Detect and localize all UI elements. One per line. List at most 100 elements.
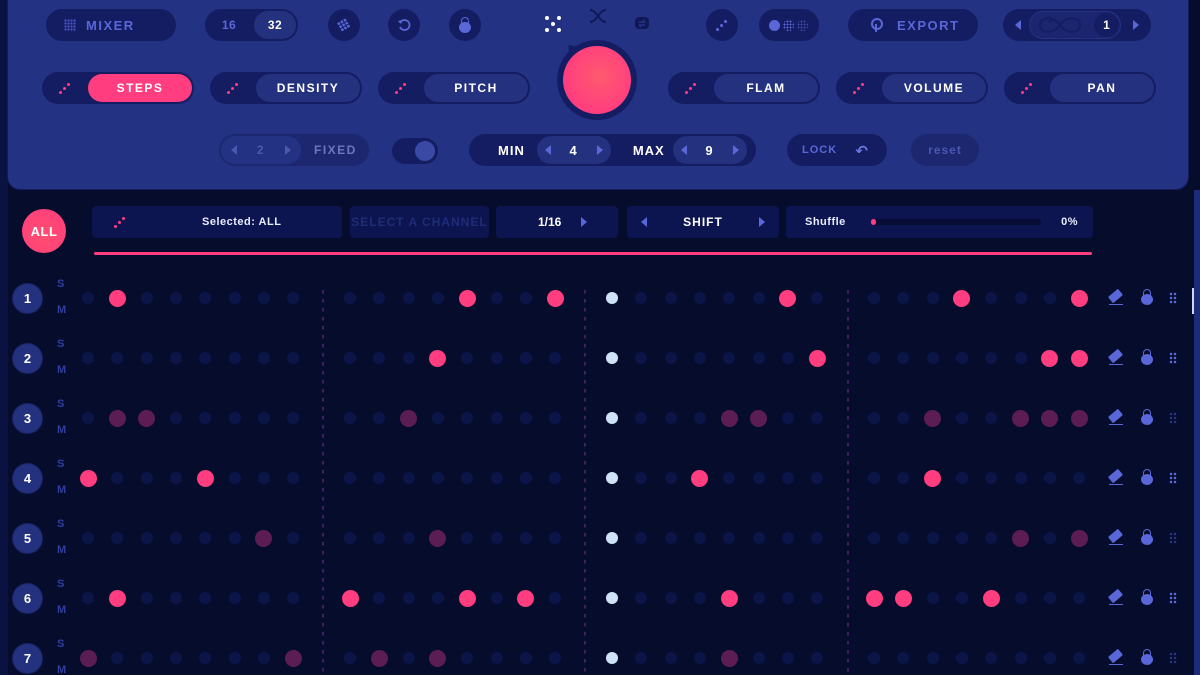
- mute-button[interactable]: M: [57, 664, 66, 675]
- step-playhead[interactable]: [606, 352, 618, 364]
- track-number-button[interactable]: 7: [13, 643, 42, 673]
- step-empty[interactable]: [402, 292, 415, 304]
- step-empty[interactable]: [373, 412, 386, 424]
- step-active[interactable]: [546, 289, 564, 307]
- step-empty[interactable]: [519, 292, 532, 304]
- step-ghost[interactable]: [720, 409, 738, 427]
- solo-button[interactable]: S: [57, 458, 64, 470]
- step-empty[interactable]: [519, 652, 532, 664]
- step-empty[interactable]: [461, 652, 474, 664]
- step-empty[interactable]: [199, 352, 212, 364]
- step-empty[interactable]: [635, 292, 648, 304]
- lock-button[interactable]: LOCK ↶: [787, 134, 887, 166]
- step-empty[interactable]: [781, 532, 794, 544]
- track-number-button[interactable]: 5: [13, 523, 42, 553]
- step-empty[interactable]: [111, 532, 124, 544]
- step-empty[interactable]: [490, 532, 503, 544]
- step-empty[interactable]: [664, 472, 677, 484]
- drag-handle-icon[interactable]: [1169, 652, 1177, 664]
- step-empty[interactable]: [549, 352, 562, 364]
- step-empty[interactable]: [344, 292, 356, 304]
- all-channels-button[interactable]: ALL: [22, 209, 66, 253]
- step-empty[interactable]: [228, 352, 241, 364]
- step-empty[interactable]: [635, 652, 648, 664]
- step-empty[interactable]: [257, 652, 270, 664]
- step-empty[interactable]: [490, 652, 503, 664]
- step-ghost[interactable]: [429, 649, 447, 667]
- step-empty[interactable]: [635, 472, 648, 484]
- step-empty[interactable]: [169, 352, 182, 364]
- step-empty[interactable]: [373, 352, 386, 364]
- step-empty[interactable]: [82, 532, 94, 544]
- step-empty[interactable]: [169, 532, 182, 544]
- step-empty[interactable]: [985, 472, 998, 484]
- step-active[interactable]: [1070, 349, 1088, 367]
- step-empty[interactable]: [752, 532, 765, 544]
- step-empty[interactable]: [373, 292, 386, 304]
- step-ghost[interactable]: [370, 649, 388, 667]
- step-playhead[interactable]: [606, 472, 618, 484]
- step-empty[interactable]: [1014, 592, 1027, 604]
- step-active[interactable]: [779, 289, 797, 307]
- step-active[interactable]: [808, 349, 826, 367]
- step-empty[interactable]: [490, 472, 503, 484]
- mute-button[interactable]: M: [57, 364, 66, 376]
- step-empty[interactable]: [287, 292, 300, 304]
- step-ghost[interactable]: [1012, 409, 1029, 427]
- step-empty[interactable]: [985, 412, 998, 424]
- step-empty[interactable]: [287, 592, 300, 604]
- step-empty[interactable]: [461, 412, 474, 424]
- step-empty[interactable]: [868, 652, 880, 664]
- step-empty[interactable]: [82, 352, 94, 364]
- step-empty[interactable]: [781, 412, 794, 424]
- step-ghost[interactable]: [108, 409, 126, 427]
- step-empty[interactable]: [431, 592, 444, 604]
- clear-track-button[interactable]: [1107, 588, 1124, 605]
- solo-button[interactable]: S: [57, 278, 64, 290]
- step-empty[interactable]: [781, 352, 794, 364]
- shift-right-arrow[interactable]: [758, 217, 765, 227]
- max-decrement[interactable]: [680, 145, 687, 155]
- max-stepper[interactable]: 9: [672, 136, 747, 164]
- step-empty[interactable]: [519, 532, 532, 544]
- step-empty[interactable]: [723, 292, 736, 304]
- step-empty[interactable]: [926, 592, 939, 604]
- step-empty[interactable]: [199, 292, 212, 304]
- solo-button[interactable]: S: [57, 518, 64, 530]
- lock-track-button[interactable]: [1141, 469, 1153, 485]
- step-empty[interactable]: [897, 532, 910, 544]
- step-empty[interactable]: [635, 592, 648, 604]
- step-empty[interactable]: [811, 292, 824, 304]
- step-empty[interactable]: [402, 472, 415, 484]
- step-empty[interactable]: [344, 652, 356, 664]
- step-active[interactable]: [429, 349, 447, 367]
- tab-pitch[interactable]: PITCH: [378, 72, 530, 104]
- solo-button[interactable]: S: [57, 578, 64, 590]
- step-active[interactable]: [691, 469, 709, 487]
- step-empty[interactable]: [955, 592, 968, 604]
- step-ghost[interactable]: [255, 529, 273, 547]
- reset-button[interactable]: reset: [911, 134, 979, 166]
- step-empty[interactable]: [169, 412, 182, 424]
- lock-track-button[interactable]: [1141, 349, 1153, 365]
- step-empty[interactable]: [781, 472, 794, 484]
- step-empty[interactable]: [1073, 652, 1086, 664]
- step-empty[interactable]: [140, 292, 153, 304]
- step-ghost[interactable]: [79, 649, 97, 667]
- step-empty[interactable]: [811, 592, 824, 604]
- step-empty[interactable]: [1014, 292, 1027, 304]
- step-empty[interactable]: [664, 532, 677, 544]
- step-empty[interactable]: [549, 472, 562, 484]
- mute-button[interactable]: M: [57, 484, 66, 496]
- step-empty[interactable]: [519, 352, 532, 364]
- step-empty[interactable]: [490, 352, 503, 364]
- step-empty[interactable]: [1043, 652, 1056, 664]
- step-empty[interactable]: [723, 352, 736, 364]
- step-empty[interactable]: [955, 352, 968, 364]
- step-empty[interactable]: [257, 292, 270, 304]
- step-empty[interactable]: [431, 472, 444, 484]
- fixed-decrement[interactable]: [230, 145, 237, 155]
- step-empty[interactable]: [955, 412, 968, 424]
- step-empty[interactable]: [373, 592, 386, 604]
- step-empty[interactable]: [373, 472, 386, 484]
